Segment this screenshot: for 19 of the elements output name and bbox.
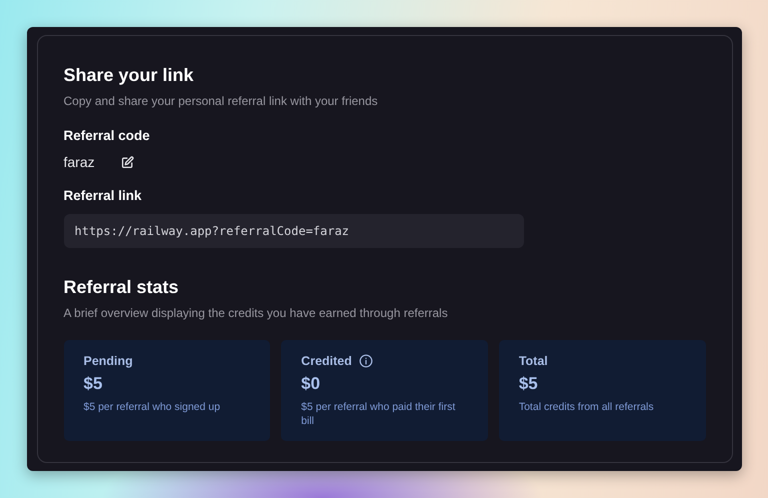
stat-label: Pending (84, 354, 133, 368)
stat-note: $5 per referral who signed up (84, 400, 220, 414)
stat-amount: $5 (84, 374, 102, 394)
field-label: Referral link (64, 187, 142, 205)
section-description: A brief overview displaying the credits you have earned through referrals (64, 305, 448, 322)
stat-amount: $0 (301, 374, 320, 394)
stat-label: Credited (301, 354, 352, 368)
referral-link-field[interactable]: https://railway.app?referralCode=faraz (64, 214, 524, 248)
section-title: Share your link (64, 64, 194, 87)
section-title: Referral stats (64, 276, 179, 299)
section-description: Copy and share your personal referral link with your friends (64, 93, 378, 110)
stat-note: $5 per referral who paid their first bill (301, 400, 456, 428)
info-icon[interactable] (358, 354, 373, 368)
field-label: Referral code (64, 127, 150, 145)
stat-note: Total credits from all referrals (518, 400, 654, 414)
stat-label: Total (518, 354, 548, 368)
edit-icon[interactable] (120, 156, 134, 168)
referral-code: faraz (64, 154, 95, 170)
stat-amount: $5 (518, 374, 538, 394)
